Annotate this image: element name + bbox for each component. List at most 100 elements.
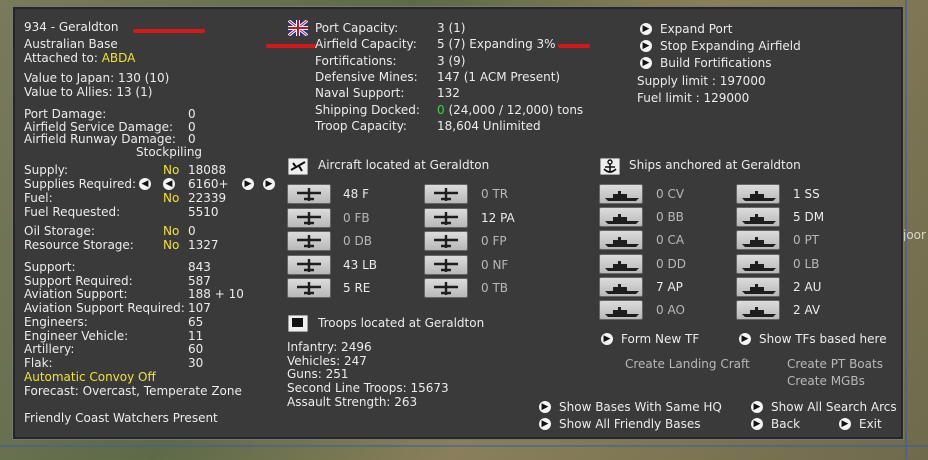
aircraft-type-button[interactable] — [287, 184, 331, 204]
ship-type-button[interactable] — [599, 230, 643, 251]
create-landing-craft-button[interactable]: Create Landing Craft — [625, 357, 750, 372]
decrease-icon[interactable]: ◀ — [163, 178, 175, 190]
arrow-right-icon: ▶ — [839, 418, 851, 430]
annotation-mark — [558, 44, 590, 48]
support-label: Flak: — [24, 355, 53, 370]
show-all-friendly-bases-button[interactable]: ▶ Show All Friendly Bases — [539, 417, 701, 431]
plane-icon — [297, 282, 321, 295]
arrow-right-icon: ▶ — [739, 333, 751, 345]
ship-type-button[interactable] — [736, 253, 780, 274]
aircraft-type-button[interactable] — [424, 207, 468, 228]
port-stat-label: Naval Support: — [315, 86, 405, 101]
ship-type-button[interactable] — [736, 276, 780, 297]
show-bases-same-hq-button[interactable]: ▶ Show Bases With Same HQ — [539, 400, 722, 414]
port-stat-value: 0 (24,000 / 12,000) tons — [437, 102, 583, 118]
anchor-icon — [600, 158, 620, 175]
ship-type-button[interactable] — [736, 207, 780, 228]
stockpile-toggle[interactable]: No — [163, 163, 179, 178]
decrease-left-icon[interactable]: ◀ — [139, 178, 151, 190]
ship-icon — [605, 260, 639, 271]
ship-type-button[interactable] — [599, 184, 643, 204]
aircraft-count: 0 TB — [481, 281, 509, 295]
aircraft-type-button[interactable] — [424, 278, 468, 298]
arrow-right-icon: ▶ — [539, 418, 551, 430]
increase-right-icon[interactable]: ▶ — [263, 178, 275, 190]
aircraft-count: 0 NF — [481, 257, 509, 272]
aircraft-type-button[interactable] — [424, 184, 468, 204]
aircraft-type-button[interactable] — [424, 231, 468, 251]
convoy-toggle[interactable]: Automatic Convoy Off — [24, 370, 156, 385]
shipping-docked-count: 0 — [437, 102, 445, 117]
ship-count: 7 AP — [656, 279, 683, 294]
stockpile-toggle[interactable]: No — [163, 191, 179, 206]
plane-icon — [297, 188, 321, 201]
arrow-right-icon: ▶ — [640, 23, 652, 35]
port-stat-value: 132 — [437, 86, 460, 101]
aircraft-count: 5 RE — [343, 281, 371, 295]
show-all-search-arcs-button[interactable]: ▶ Show All Search Arcs — [751, 400, 897, 414]
port-stat-label: Defensive Mines: — [315, 69, 418, 84]
ship-count: 0 PT — [793, 233, 820, 248]
ships-header: Ships anchored at Geraldton — [629, 158, 801, 172]
attached-hq-link[interactable]: ABDA — [102, 51, 136, 65]
attached-label: Attached to: — [24, 51, 98, 65]
back-button[interactable]: ▶ Back — [751, 417, 800, 431]
form-new-tf-button[interactable]: ▶ Form New TF — [601, 332, 699, 346]
show-tfs-based-here-button[interactable]: ▶ Show TFs based here — [739, 332, 887, 346]
increase-icon[interactable]: ▶ — [242, 178, 254, 190]
support-label: Support Required: — [24, 273, 133, 288]
ship-type-button[interactable] — [599, 207, 643, 228]
troop-stat: Second Line Troops: 15673 — [287, 381, 449, 396]
stop-expanding-airfield-button[interactable]: ▶ Stop Expanding Airfield — [640, 39, 801, 53]
ship-icon — [605, 283, 639, 294]
create-pt-boats-button[interactable]: Create PT Boats — [787, 357, 883, 372]
port-stat-value: 3 (1) — [437, 21, 465, 36]
supply-value: 22339 — [188, 191, 227, 205]
plane-icon — [297, 211, 321, 225]
ship-count: 1 SS — [793, 187, 820, 201]
ship-type-button[interactable] — [599, 276, 643, 297]
ship-icon — [742, 307, 776, 317]
aircraft-type-button[interactable] — [424, 254, 468, 275]
support-value: 65 — [188, 314, 204, 329]
create-mgbs-button[interactable]: Create MGBs — [787, 374, 865, 389]
ship-count: 0 LB — [793, 256, 820, 271]
annotation-mark — [266, 44, 316, 48]
support-value: 107 — [188, 301, 211, 316]
aircraft-count: 0 FP — [481, 234, 507, 248]
ship-count: 0 DD — [656, 256, 686, 271]
supply-value: 1327 — [188, 238, 219, 252]
arrow-right-icon: ▶ — [751, 418, 763, 430]
port-stat-value: 5 (7) Expanding 3% — [437, 37, 556, 52]
stockpile-toggle[interactable]: No — [163, 238, 179, 253]
supply-value: 0 — [188, 224, 196, 238]
port-stat-text: 18,604 Unlimited — [437, 118, 541, 133]
map-border — [0, 445, 928, 447]
base-title: 934 - Geraldton — [24, 20, 119, 34]
ship-type-button[interactable] — [599, 300, 643, 320]
stockpile-toggle[interactable]: No — [163, 224, 179, 239]
port-stat-text: 5 (7) Expanding 3% — [437, 37, 556, 52]
support-value: 843 — [188, 260, 211, 274]
port-stat-value: 18,604 Unlimited — [437, 118, 541, 134]
ship-type-button[interactable] — [736, 230, 780, 251]
ship-type-button[interactable] — [736, 184, 780, 204]
supply-value: 6160+ — [188, 177, 229, 191]
aircraft-count: 48 F — [343, 187, 369, 201]
build-fortifications-button[interactable]: ▶ Build Fortifications — [640, 56, 771, 70]
ship-type-button[interactable] — [736, 300, 780, 320]
aircraft-type-button[interactable] — [287, 207, 331, 228]
map-place-label: joor — [903, 228, 926, 242]
port-stat-text: 132 — [437, 86, 460, 101]
aircraft-type-button[interactable] — [287, 278, 331, 298]
aircraft-type-button[interactable] — [287, 254, 331, 275]
exit-button[interactable]: ▶ Exit — [839, 417, 882, 431]
port-stat-text: 3 (9) — [437, 53, 466, 68]
ship-type-button[interactable] — [599, 253, 643, 274]
troops-header: Troops located at Geraldton — [318, 316, 485, 330]
port-stat-label: Airfield Capacity: — [315, 37, 417, 52]
expand-port-button[interactable]: ▶ Expand Port — [640, 22, 732, 36]
aircraft-type-button[interactable] — [287, 231, 331, 251]
support-label: Support: — [24, 260, 76, 274]
value-to-allies: Value to Allies: 13 (1) — [24, 85, 153, 99]
